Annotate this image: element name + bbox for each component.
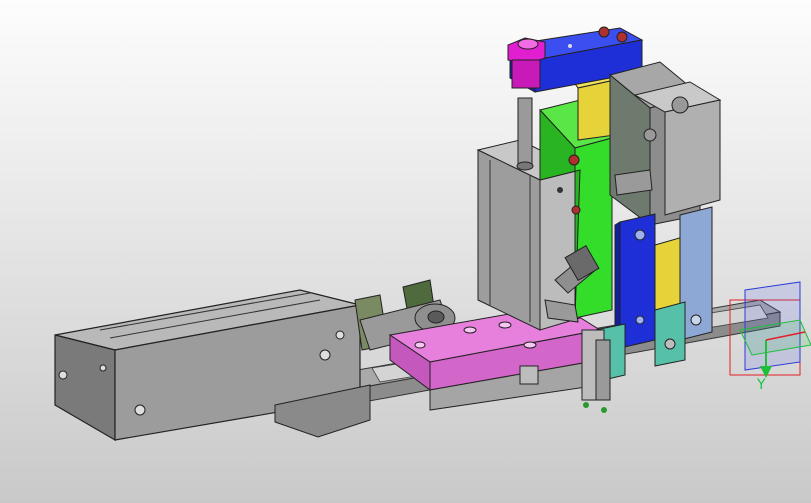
- assembly-model[interactable]: [0, 0, 811, 503]
- guide-rod[interactable]: [516, 97, 534, 171]
- coordinate-triad: [729, 281, 811, 378]
- right-gray-column[interactable]: [608, 61, 722, 226]
- triad-y-axis-label: Y: [757, 377, 766, 393]
- magenta-cap-nut[interactable]: [507, 37, 546, 89]
- cad-3d-viewport[interactable]: Y: [0, 0, 811, 503]
